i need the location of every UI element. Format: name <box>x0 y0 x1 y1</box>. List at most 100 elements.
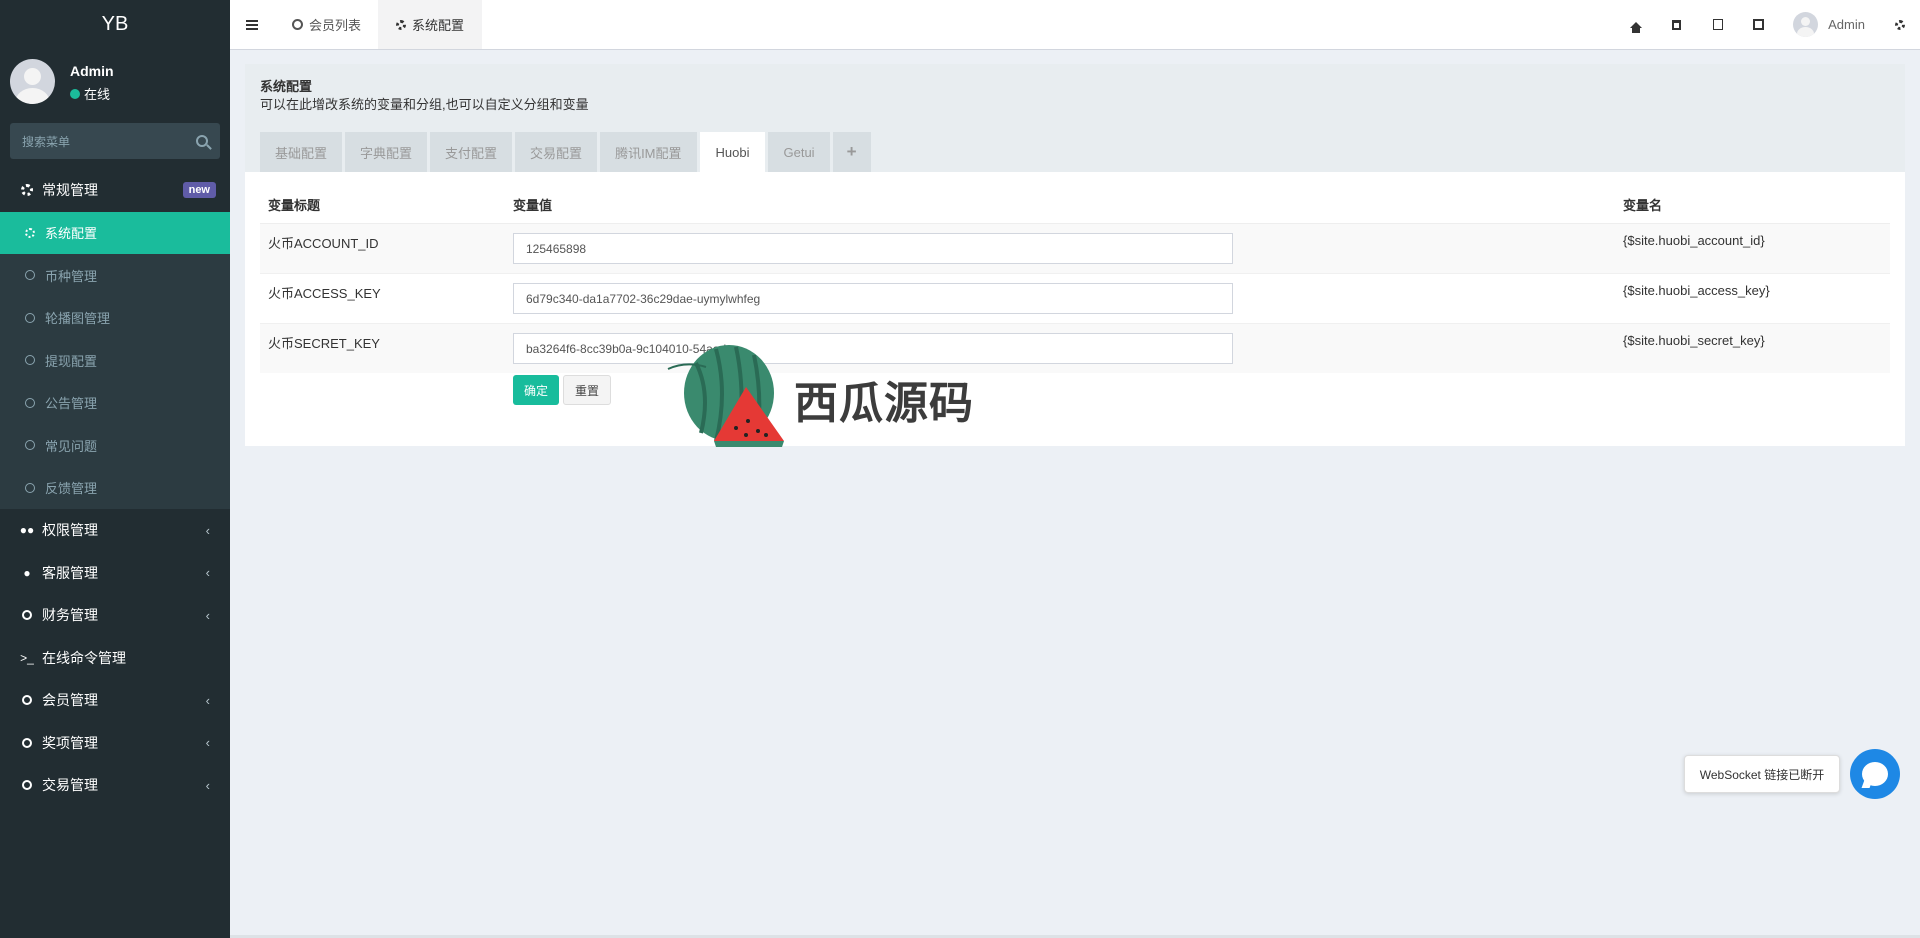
fullscreen-button[interactable] <box>1738 0 1779 49</box>
websocket-status-tooltip: WebSocket 链接已断开 <box>1684 755 1840 793</box>
circle-icon <box>23 397 37 408</box>
chevron-left-icon: ‹ <box>205 777 210 793</box>
avatar <box>10 59 55 104</box>
sidebar-toggle-button[interactable] <box>230 0 274 49</box>
table-row: 火币SECRET_KEY ba3264f6-8cc39b0a-9c104010-… <box>260 323 1890 373</box>
cogs-icon <box>1894 19 1905 30</box>
tab-system-config[interactable]: 系统配置 <box>378 0 483 49</box>
circle-icon <box>23 482 37 493</box>
tab-payment[interactable]: 支付配置 <box>430 132 513 172</box>
sidebar-item-label: 常规管理 <box>42 182 98 199</box>
tab-basic[interactable]: 基础配置 <box>260 132 343 172</box>
add-tab-button[interactable]: + <box>832 132 871 172</box>
settings-button[interactable] <box>1879 0 1920 49</box>
gear-icon <box>23 227 37 238</box>
top-navbar: 会员列表 系统配置 Admin <box>230 0 1920 50</box>
sidebar-item-label: 权限管理 <box>42 522 98 539</box>
tab-dictionary[interactable]: 字典配置 <box>345 132 428 172</box>
sidebar-item-faq[interactable]: 常见问题 <box>0 424 230 467</box>
sidebar-item-label: 交易管理 <box>42 777 98 794</box>
sidebar-item-online-command[interactable]: >_ 在线命令管理 <box>0 637 230 680</box>
search-icon[interactable] <box>196 135 208 147</box>
user-menu[interactable]: Admin <box>1779 0 1879 49</box>
chevron-left-icon: ‹ <box>205 565 210 581</box>
tab-tencent-im[interactable]: 腾讯IM配置 <box>600 132 697 172</box>
gear-icon <box>396 19 406 30</box>
config-tabs: 基础配置 字典配置 支付配置 交易配置 腾讯IM配置 Huobi Getui + <box>260 132 874 172</box>
sidebar-item-currency[interactable]: 币种管理 <box>0 254 230 297</box>
sidebar-item-customer-service[interactable]: ● 客服管理 ‹ <box>0 552 230 595</box>
config-panel: 系统配置 可以在此增改系统的变量和分组,也可以自定义分组和变量 基础配置 字典配… <box>245 64 1905 446</box>
tab-label: 会员列表 <box>309 18 362 33</box>
column-header: 变量值 <box>505 184 1615 224</box>
account-id-input[interactable]: 125465898 <box>513 233 1233 264</box>
user-status-label: 在线 <box>84 87 111 102</box>
page-description: 可以在此增改系统的变量和分组,也可以自定义分组和变量 <box>260 97 589 112</box>
sidebar-item-trading[interactable]: 交易管理 ‹ <box>0 764 230 807</box>
app-logo[interactable]: YB <box>0 0 230 49</box>
user-panel: Admin 在线 <box>0 49 230 113</box>
menu-search-placeholder: 搜索菜单 <box>22 134 71 149</box>
chevron-left-icon: ‹ <box>205 692 210 708</box>
tab-member-list[interactable]: 会员列表 <box>274 0 379 49</box>
row-title: 火币ACCESS_KEY <box>260 273 505 324</box>
circle-icon <box>23 440 37 451</box>
sidebar-item-general[interactable]: 常规管理 new <box>0 169 230 212</box>
sidebar-item-announcement[interactable]: 公告管理 <box>0 382 230 425</box>
sidebar-item-label: 会员管理 <box>42 692 98 709</box>
language-button[interactable] <box>1697 0 1738 49</box>
sidebar-item-system-config[interactable]: 系统配置 <box>0 211 230 254</box>
circle-icon <box>20 695 34 706</box>
sidebar-item-label: 奖项管理 <box>42 734 98 751</box>
user-name: Admin <box>70 63 114 79</box>
tab-getui[interactable]: Getui <box>768 132 830 172</box>
terminal-icon: >_ <box>20 650 34 665</box>
top-user-name: Admin <box>1828 17 1865 32</box>
access-key-input[interactable]: 6d79c340-da1a7702-36c29dae-uymylwhfeg <box>513 283 1233 314</box>
watermelon-logo-icon <box>667 345 784 447</box>
users-icon: ●● <box>19 523 35 538</box>
new-badge: new <box>182 182 216 199</box>
chevron-left-icon: ‹ <box>205 735 210 751</box>
sidebar: YB Admin 在线 搜索菜单 常规管理 new 系统配置 币种管理 轮播图管… <box>0 0 230 938</box>
tab-trade[interactable]: 交易配置 <box>515 132 598 172</box>
form-buttons: 确定 重置 <box>513 375 615 405</box>
sidebar-item-label: 币种管理 <box>45 268 98 284</box>
row-variable-name: {$site.huobi_access_key} <box>1615 273 1890 324</box>
circle-icon <box>20 737 34 748</box>
sidebar-item-label: 财务管理 <box>42 607 98 624</box>
sidebar-item-feedback[interactable]: 反馈管理 <box>0 467 230 510</box>
config-table: 变量标题 变量值 变量名 火币ACCOUNT_ID 125465898 {$si… <box>260 184 1890 373</box>
home-button[interactable] <box>1615 0 1656 49</box>
row-title: 火币SECRET_KEY <box>260 323 505 373</box>
sidebar-item-members[interactable]: 会员管理 ‹ <box>0 679 230 722</box>
expand-icon <box>1753 19 1765 30</box>
circle-icon <box>23 355 37 366</box>
chat-button[interactable] <box>1850 749 1900 799</box>
sidebar-item-label: 常见问题 <box>45 438 98 454</box>
sidebar-item-withdraw-config[interactable]: 提现配置 <box>0 339 230 382</box>
confirm-button[interactable]: 确定 <box>513 375 560 405</box>
circle-icon <box>20 610 34 621</box>
avatar <box>1793 12 1819 37</box>
sidebar-item-awards[interactable]: 奖项管理 ‹ <box>0 722 230 765</box>
circle-icon <box>23 312 37 323</box>
reset-button[interactable]: 重置 <box>563 375 612 405</box>
home-icon <box>1629 21 1642 33</box>
row-variable-name: {$site.huobi_account_id} <box>1615 223 1890 274</box>
tab-huobi[interactable]: Huobi <box>699 132 766 172</box>
sidebar-item-permissions[interactable]: ●● 权限管理 ‹ <box>0 509 230 552</box>
table-row: 火币ACCESS_KEY 6d79c340-da1a7702-36c29dae-… <box>260 273 1890 324</box>
language-icon <box>1712 19 1723 30</box>
top-icons: Admin <box>1615 0 1920 49</box>
online-dot-icon <box>70 88 80 99</box>
sidebar-item-label: 公告管理 <box>45 396 98 412</box>
watermark-text: 西瓜源码 <box>794 378 974 429</box>
sidebar-item-finance[interactable]: 财务管理 ‹ <box>0 594 230 637</box>
clear-cache-button[interactable] <box>1656 0 1697 49</box>
menu-search-input[interactable]: 搜索菜单 <box>10 123 220 159</box>
panel-heading: 系统配置 可以在此增改系统的变量和分组,也可以自定义分组和变量 基础配置 字典配… <box>245 64 1905 172</box>
comment-icon: ● <box>23 565 31 580</box>
sidebar-item-label: 反馈管理 <box>45 481 98 497</box>
sidebar-item-carousel[interactable]: 轮播图管理 <box>0 297 230 340</box>
